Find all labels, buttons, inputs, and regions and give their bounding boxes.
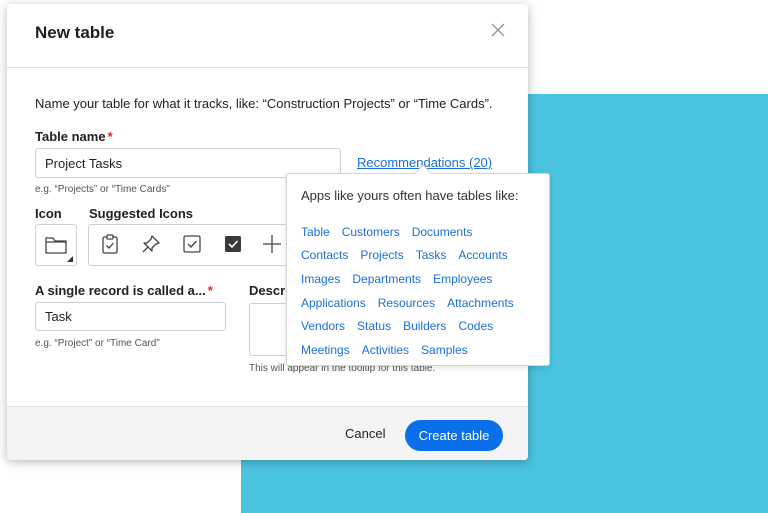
recommendation-item[interactable]: Projects xyxy=(360,248,403,262)
cancel-button[interactable]: Cancel xyxy=(345,426,385,441)
recommendation-item[interactable]: Status xyxy=(357,319,391,333)
single-record-label-text: A single record is called a... xyxy=(35,283,206,298)
recommendation-item[interactable]: Samples xyxy=(421,343,468,357)
recommendation-item[interactable]: Activities xyxy=(362,343,409,357)
checkbox-filled-icon[interactable] xyxy=(222,233,244,255)
recommendation-item[interactable]: Codes xyxy=(458,319,493,333)
recommendation-item[interactable]: Vendors xyxy=(301,319,345,333)
close-icon[interactable] xyxy=(490,22,506,38)
folder-icon xyxy=(45,237,67,254)
required-marker: * xyxy=(207,283,213,298)
recommendation-item[interactable]: Attachments xyxy=(447,296,514,310)
popover-title: Apps like yours often have tables like: xyxy=(301,188,519,203)
dialog-title: New table xyxy=(35,23,115,42)
single-record-input[interactable]: Task xyxy=(35,302,226,331)
required-marker: * xyxy=(107,129,113,144)
icon-label: Icon xyxy=(35,206,62,221)
recommendation-row: Vendors Status Builders Codes xyxy=(301,314,514,338)
description-label: Descri xyxy=(249,283,289,298)
dropdown-corner-icon xyxy=(67,256,73,262)
recommendations-popover: Apps like yours often have tables like: … xyxy=(286,164,550,366)
single-record-label: A single record is called a... * xyxy=(35,283,213,298)
suggested-icons-label: Suggested Icons xyxy=(89,206,194,221)
recommendation-item[interactable]: Customers xyxy=(342,225,400,239)
pin-icon[interactable] xyxy=(140,233,162,255)
table-name-label: Table name * xyxy=(35,129,113,144)
recommendation-row: Meetings Activities Samples xyxy=(301,338,514,362)
dialog-header: New table xyxy=(7,4,528,68)
recommendation-item[interactable]: Meetings xyxy=(301,343,350,357)
recommendation-item[interactable]: Accounts xyxy=(458,248,507,262)
recommendation-item[interactable]: Resources xyxy=(378,296,435,310)
recommendation-list: Table Customers Documents Contacts Proje… xyxy=(301,220,514,362)
plus-icon[interactable] xyxy=(261,233,283,255)
icon-picker[interactable] xyxy=(35,224,77,266)
recommendation-row: Table Customers Documents xyxy=(301,220,514,244)
recommendation-row: Images Departments Employees xyxy=(301,267,514,291)
recommendation-item[interactable]: Applications xyxy=(301,296,366,310)
checkbox-icon[interactable] xyxy=(181,233,203,255)
recommendation-item[interactable]: Employees xyxy=(433,272,492,286)
recommendation-item[interactable]: Documents xyxy=(412,225,473,239)
clipboard-check-icon[interactable] xyxy=(99,233,121,255)
recommendation-row: Applications Resources Attachments xyxy=(301,291,514,315)
create-table-button[interactable]: Create table xyxy=(405,420,503,451)
recommendation-item[interactable]: Contacts xyxy=(301,248,348,262)
recommendation-item[interactable]: Departments xyxy=(352,272,421,286)
recommendation-item[interactable]: Builders xyxy=(403,319,446,333)
table-name-hint: e.g. “Projects” or “Time Cards” xyxy=(35,184,170,195)
recommendation-item[interactable]: Table xyxy=(301,225,330,239)
recommendation-row: Contacts Projects Tasks Accounts xyxy=(301,244,514,268)
suggested-icons-bar xyxy=(88,224,288,266)
single-record-hint: e.g. “Project” or “Time Card” xyxy=(35,338,160,349)
recommendation-item[interactable]: Tasks xyxy=(416,248,447,262)
dialog-footer: Cancel Create table xyxy=(7,406,528,460)
recommendation-item[interactable]: Images xyxy=(301,272,340,286)
table-name-label-text: Table name xyxy=(35,129,106,144)
intro-text: Name your table for what it tracks, like… xyxy=(35,96,493,111)
